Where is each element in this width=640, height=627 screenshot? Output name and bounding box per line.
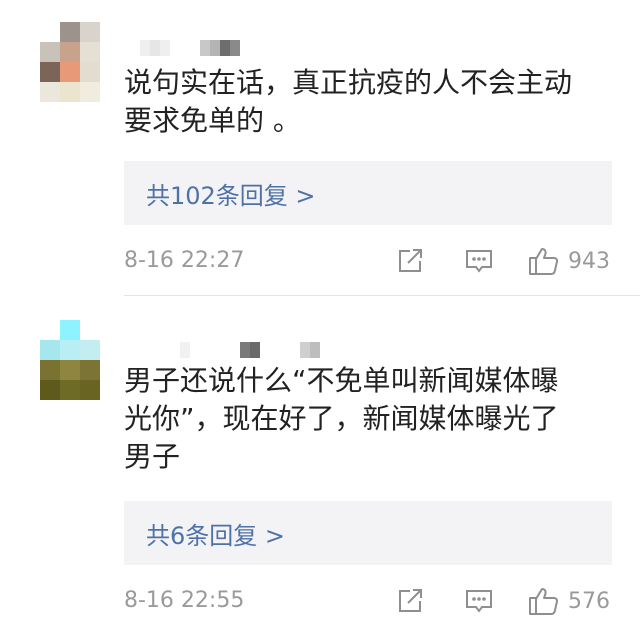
like-button[interactable]: 576 xyxy=(528,584,610,618)
timestamp: 8-16 22:27 xyxy=(124,248,245,273)
username-blurred[interactable] xyxy=(180,342,320,358)
replies-box[interactable]: 共6条回复 > xyxy=(124,501,612,565)
username-blurred[interactable] xyxy=(140,40,240,56)
share-icon xyxy=(399,589,422,612)
thumbs-up-icon xyxy=(529,588,559,615)
comment-text: 说句实在话，真正抗疫的人不会主动 要求免单的 。 xyxy=(124,66,573,137)
timestamp: 8-16 22:55 xyxy=(124,588,245,613)
thumbs-up-icon xyxy=(529,248,559,275)
reply-button[interactable] xyxy=(464,244,494,278)
like-button[interactable]: 943 xyxy=(528,244,610,278)
like-count: 576 xyxy=(568,588,610,614)
share-button[interactable] xyxy=(396,244,424,278)
comment-text: 男子还说什么“不免单叫新闻媒体曝 光你”，现在好了，新闻媒体曝光了 男子 xyxy=(124,364,559,473)
reply-button[interactable] xyxy=(464,584,494,618)
share-button[interactable] xyxy=(396,584,424,618)
like-count: 943 xyxy=(568,248,610,274)
comment-item: 男子还说什么“不免单叫新闻媒体曝 光你”，现在好了，新闻媒体曝光了 男子 共6条… xyxy=(0,296,640,627)
comment-meta: 8-16 22:55 576 xyxy=(124,584,640,618)
comment-icon xyxy=(466,250,492,273)
avatar[interactable] xyxy=(40,320,100,400)
comment-item: 说句实在话，真正抗疫的人不会主动 要求免单的 。 共102条回复 > 8-16 … xyxy=(0,0,640,296)
view-replies-link[interactable]: 共102条回复 > xyxy=(146,176,316,211)
comment-meta: 8-16 22:27 943 xyxy=(124,244,640,278)
view-replies-link[interactable]: 共6条回复 > xyxy=(146,516,285,551)
replies-box[interactable]: 共102条回复 > xyxy=(124,161,612,225)
share-icon xyxy=(399,249,422,272)
avatar[interactable] xyxy=(40,22,100,102)
comment-icon xyxy=(466,590,492,613)
